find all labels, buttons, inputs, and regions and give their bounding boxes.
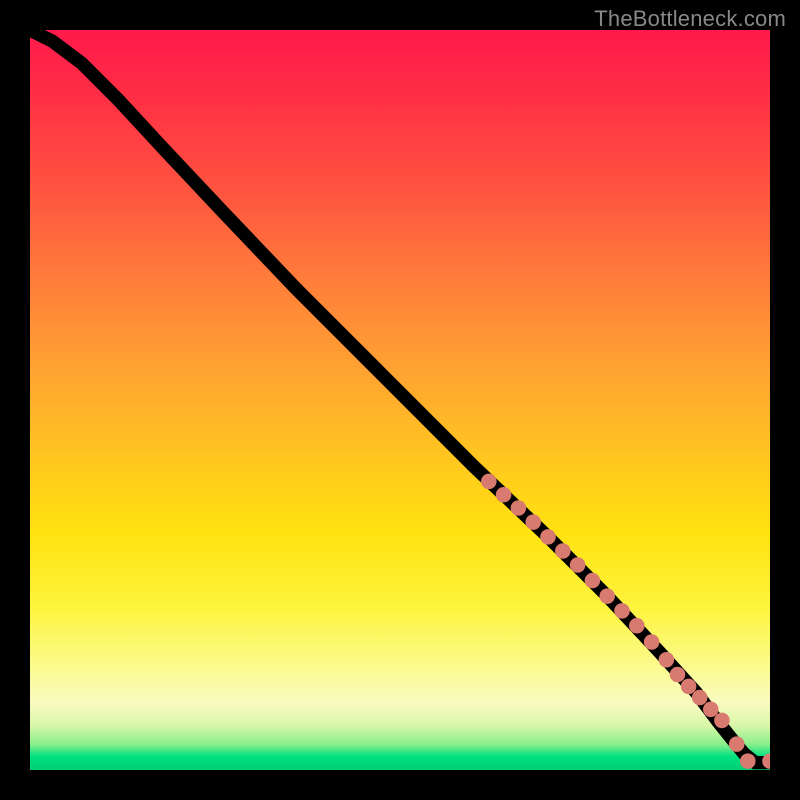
- chart-frame: TheBottleneck.com: [0, 0, 800, 800]
- marker-dot: [614, 603, 630, 619]
- marker-dot: [659, 652, 675, 668]
- marker-dot: [496, 487, 512, 503]
- marker-dot: [714, 713, 730, 729]
- marker-dot: [599, 588, 615, 604]
- marker-dot: [729, 736, 745, 752]
- marker-dot: [629, 618, 645, 634]
- bottleneck-curve: [30, 30, 770, 763]
- marker-dot: [585, 573, 601, 589]
- marker-dot: [525, 514, 541, 530]
- marker-dot: [644, 634, 660, 650]
- watermark-text: TheBottleneck.com: [594, 6, 786, 32]
- plot-area: [30, 30, 770, 770]
- marker-dot: [681, 679, 697, 695]
- marker-dot: [555, 543, 571, 559]
- marker-dot: [692, 690, 708, 706]
- chart-svg: [30, 30, 770, 770]
- marker-dot: [740, 753, 756, 769]
- marker-dot: [481, 474, 497, 490]
- marker-dot: [540, 529, 556, 545]
- marker-dot: [570, 557, 586, 573]
- marker-dot: [670, 667, 686, 683]
- marker-dot: [511, 500, 527, 516]
- marker-dot: [703, 702, 719, 718]
